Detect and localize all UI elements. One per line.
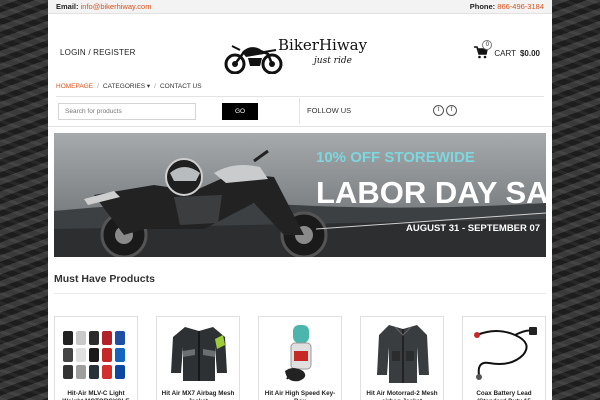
product-name[interactable]: Hit-Air MLV-C Light Weight MOTORCYCLE (57, 390, 135, 400)
product-list: Hit-Air MLV-C Light Weight MOTORCYCLE Hi… (54, 316, 548, 400)
banner-graphic: 10% OFF STOREWIDE LABOR DAY SALE AUGUST … (54, 133, 546, 257)
product-card[interactable]: Hit-Air MLV-C Light Weight MOTORCYCLE (54, 316, 138, 400)
nav-item-homepage[interactable]: HOMEPAGE (56, 83, 93, 90)
search-go-button[interactable]: GO (222, 103, 258, 120)
cart-count-badge: 0 (482, 40, 493, 50)
cart-label: CART (494, 48, 516, 58)
product-card[interactable]: Coax Battery Lead (Standard Duty 15 (462, 316, 546, 400)
chevron-down-icon: ▾ (146, 83, 151, 90)
tire-tread-background-left (0, 0, 48, 400)
social-links: t f (433, 105, 457, 116)
banner-discount-text: 10% OFF STOREWIDE (316, 149, 475, 166)
logo-tagline: just ride (314, 56, 352, 66)
nav-divider (56, 96, 544, 97)
phone-info: Phone: 866-496-3184 (470, 2, 544, 11)
search-row-divider (48, 126, 552, 127)
site-header: LOGIN / REGISTER BikerHiway just ride 0 … (48, 14, 552, 74)
login-register-link[interactable]: LOGIN / REGISTER (60, 48, 136, 57)
product-name[interactable]: Hit Air Motorrad-2 Mesh airbag Jacket (363, 390, 441, 400)
jacket-icon (171, 327, 227, 381)
logo-wordmark: BikerHiway (278, 36, 368, 54)
product-card[interactable]: Hit Air Motorrad-2 Mesh airbag Jacket (360, 316, 444, 400)
nav-separator: / (154, 82, 156, 90)
nav-item-categories[interactable]: CATEGORIES ▾ (103, 82, 150, 90)
site-logo[interactable]: BikerHiway just ride (224, 32, 380, 86)
phone-label: Phone: (469, 2, 496, 11)
cable-icon (474, 327, 537, 380)
product-card[interactable]: Hit Air MX7 Airbag Mesh Jacket (156, 316, 240, 400)
email-info: Email: info@bikerhiway.com (56, 2, 151, 11)
cart-icon: 0 (474, 40, 493, 60)
twitter-icon[interactable]: t (433, 105, 444, 116)
email-label: Email: (56, 2, 79, 11)
page-container: Email: info@bikerhiway.com Phone: 866-49… (48, 0, 552, 400)
jacket-dark-icon (377, 325, 429, 383)
tire-tread-background-right (552, 0, 600, 400)
product-name[interactable]: Coax Battery Lead (Standard Duty 15 (465, 390, 543, 400)
product-name[interactable]: Hit Air MX7 Airbag Mesh Jacket (159, 390, 237, 400)
email-link[interactable]: info@bikerhiway.com (81, 2, 152, 11)
nav-separator: / (97, 82, 99, 90)
follow-us-label: FOLLOW US (307, 106, 352, 115)
main-nav: HOMEPAGE / CATEGORIES ▾ / CONTACT US (56, 82, 202, 91)
promo-banner[interactable]: 10% OFF STOREWIDE LABOR DAY SALE AUGUST … (54, 133, 546, 257)
keybox-icon (285, 325, 312, 382)
nav-item-contact-us[interactable]: CONTACT US (160, 83, 202, 90)
search-row: GO FOLLOW US t f (48, 98, 552, 124)
vest-grid-icon (63, 331, 125, 379)
phone-link[interactable]: 866-496-3184 (497, 2, 544, 11)
search-input[interactable] (58, 103, 196, 120)
cart-link[interactable]: 0 CART $0.00 (474, 40, 540, 60)
facebook-icon[interactable]: f (446, 105, 457, 116)
cart-total: $0.00 (519, 48, 540, 58)
section-divider (54, 293, 546, 294)
banner-date-range: AUGUST 31 - SEPTEMBER 07 (406, 223, 540, 234)
product-card[interactable]: Hit Air High Speed Key-Box (258, 316, 342, 400)
motorcycle-logo-icon (224, 45, 283, 74)
product-name[interactable]: Hit Air High Speed Key-Box (261, 390, 339, 400)
nav-item-categories-label: CATEGORIES (102, 83, 146, 90)
top-info-bar: Email: info@bikerhiway.com Phone: 866-49… (48, 0, 552, 14)
banner-sale-title: LABOR DAY SALE (316, 175, 546, 210)
search-divider (299, 98, 300, 124)
section-title: Must Have Products (54, 273, 155, 285)
